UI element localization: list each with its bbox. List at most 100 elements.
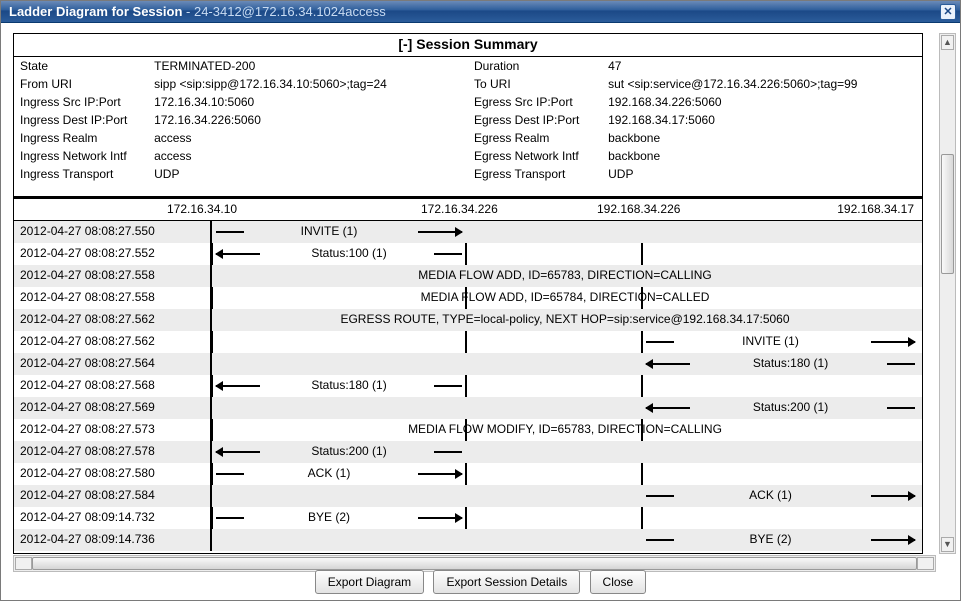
summary-row: Ingress TransportUDPEgress TransportUDP	[14, 165, 922, 183]
ladder-message-text: ACK (1)	[672, 488, 869, 502]
ladder-arrow-head	[871, 495, 915, 497]
ladder-arrow-segment	[216, 517, 244, 519]
ladder-arrow-segment	[216, 473, 244, 475]
summary-value: 192.168.34.226:5060	[602, 93, 922, 111]
summary-value: 172.16.34.10:5060	[148, 93, 468, 111]
close-icon[interactable]: ✕	[940, 4, 956, 20]
content-area: [-] Session Summary StateTERMINATED-200D…	[3, 25, 958, 564]
summary-value: sipp <sip:sipp@172.16.34.10:5060>;tag=24	[148, 75, 468, 93]
ladder-message-text: BYE (2)	[242, 510, 416, 524]
summary-value: 172.16.34.226:5060	[148, 111, 468, 129]
ladder-column-header: 172.16.34.10	[167, 202, 237, 216]
session-summary-header[interactable]: [-] Session Summary	[14, 34, 922, 57]
ladder-arrow-segment	[646, 495, 674, 497]
ladder-arrow-head	[418, 231, 462, 233]
ladder-column-header: 192.168.34.226	[597, 202, 680, 216]
summary-row: Ingress RealmaccessEgress Realmbackbone	[14, 129, 922, 147]
ladder-row: 2012-04-27 08:08:27.578 Status:200 (1)	[14, 441, 922, 463]
ladder-timestamp: 2012-04-27 08:08:27.568	[20, 378, 155, 392]
summary-value: access	[148, 129, 468, 147]
ladder-event-text: EGRESS ROUTE, TYPE=local-policy, NEXT HO…	[212, 312, 918, 326]
ladder-arrow-head	[871, 341, 915, 343]
ladder-timestamp: 2012-04-27 08:08:27.578	[20, 444, 155, 458]
ladder-message-text: INVITE (1)	[242, 224, 416, 238]
summary-value: backbone	[602, 147, 922, 165]
summary-label: Egress Dest IP:Port	[468, 111, 602, 129]
footer-buttons: Export Diagram Export Session Details Cl…	[1, 570, 960, 594]
ladder-timestamp: 2012-04-27 08:09:14.732	[20, 510, 155, 524]
ladder-message-text: Status:200 (1)	[692, 400, 889, 414]
ladder-event-text: MEDIA FLOW ADD, ID=65783, DIRECTION=CALL…	[212, 268, 918, 282]
ladder-message-text: ACK (1)	[242, 466, 416, 480]
window-title-sep: -	[186, 4, 194, 19]
summary-value: sut <sip:service@172.16.34.226:5060>;tag…	[602, 75, 922, 93]
ladder-timestamp: 2012-04-27 08:08:27.564	[20, 356, 155, 370]
summary-label: Egress Network Intf	[468, 147, 602, 165]
export-diagram-button[interactable]: Export Diagram	[315, 570, 424, 594]
summary-value: backbone	[602, 129, 922, 147]
summary-label: Egress Src IP:Port	[468, 93, 602, 111]
summary-label: Egress Realm	[468, 129, 602, 147]
ladder-arrow-head	[216, 451, 260, 453]
scroll-down-icon[interactable]: ▼	[941, 537, 954, 552]
summary-label: Egress Transport	[468, 165, 602, 183]
summary-label: Ingress Realm	[14, 129, 148, 147]
ladder-row: 2012-04-27 08:09:14.736BYE (2)	[14, 529, 922, 551]
close-button[interactable]: Close	[590, 570, 647, 594]
ladder-column-header: 172.16.34.226	[421, 202, 498, 216]
summary-row: From URIsipp <sip:sipp@172.16.34.10:5060…	[14, 75, 922, 93]
ladder-arrow-segment	[434, 253, 462, 255]
ladder-timestamp: 2012-04-27 08:08:27.562	[20, 334, 155, 348]
ladder-row: 2012-04-27 08:08:27.550INVITE (1)	[14, 221, 922, 243]
ladder-arrow-head	[418, 517, 462, 519]
ladder-arrow-head	[646, 407, 690, 409]
vertical-scrollbar[interactable]: ▲ ▼	[939, 33, 956, 554]
ladder-message-text: INVITE (1)	[672, 334, 869, 348]
summary-label: Ingress Src IP:Port	[14, 93, 148, 111]
window-title-prefix: Ladder Diagram for Session	[9, 4, 182, 19]
ladder-timestamp: 2012-04-27 08:08:27.569	[20, 400, 155, 414]
ladder-row: 2012-04-27 08:08:27.552 Status:100 (1)	[14, 243, 922, 265]
ladder-arrow-head	[216, 385, 260, 387]
ladder-timestamp: 2012-04-27 08:08:27.552	[20, 246, 155, 260]
summary-value: 47	[602, 57, 922, 75]
session-summary-header-text: [-] Session Summary	[398, 36, 537, 52]
ladder-arrow-segment	[646, 539, 674, 541]
ladder-arrow-segment	[434, 385, 462, 387]
summary-row: Ingress Dest IP:Port172.16.34.226:5060Eg…	[14, 111, 922, 129]
ladder-header: 172.16.34.10172.16.34.226192.168.34.2261…	[14, 199, 922, 221]
ladder-row: 2012-04-27 08:08:27.584 ACK (1)	[14, 485, 922, 507]
ladder-timestamp: 2012-04-27 08:08:27.580	[20, 466, 155, 480]
ladder-timestamp: 2012-04-27 08:08:27.558	[20, 290, 155, 304]
ladder-arrow-segment	[216, 231, 244, 233]
window-title-session: 24-3412@172.16.34.1024access	[194, 4, 386, 19]
summary-label: State	[14, 57, 148, 75]
ladder-event-text: MEDIA FLOW MODIFY, ID=65783, DIRECTION=C…	[212, 422, 918, 436]
ladder-row: 2012-04-27 08:08:27.564Status:180 (1)	[14, 353, 922, 375]
horizontal-scroll-thumb[interactable]	[32, 557, 917, 570]
ladder-arrow-head	[646, 363, 690, 365]
ladder-message-text: Status:200 (1)	[262, 444, 436, 458]
ladder-timestamp: 2012-04-27 08:08:27.573	[20, 422, 155, 436]
summary-value: UDP	[602, 165, 922, 183]
ladder-arrow-head	[871, 539, 915, 541]
ladder-message-text: Status:100 (1)	[262, 246, 436, 260]
summary-label: Ingress Transport	[14, 165, 148, 183]
ladder-row: 2012-04-27 08:09:14.732 BYE (2)	[14, 507, 922, 529]
scroll-up-icon[interactable]: ▲	[941, 35, 954, 50]
ladder-arrow-head	[418, 473, 462, 475]
ladder-timestamp: 2012-04-27 08:08:27.584	[20, 488, 155, 502]
ladder-timestamp: 2012-04-27 08:08:27.558	[20, 268, 155, 282]
ladder-timestamp: 2012-04-27 08:09:14.736	[20, 532, 155, 546]
summary-label: Ingress Network Intf	[14, 147, 148, 165]
vertical-scroll-thumb[interactable]	[941, 154, 954, 274]
export-session-details-button[interactable]: Export Session Details	[433, 570, 580, 594]
window-titlebar: Ladder Diagram for Session - 24-3412@172…	[1, 1, 960, 23]
summary-label: From URI	[14, 75, 148, 93]
summary-row: StateTERMINATED-200Duration47	[14, 57, 922, 75]
session-summary-table: StateTERMINATED-200Duration47From URIsip…	[14, 57, 922, 183]
ladder-arrow-segment	[434, 451, 462, 453]
ladder-row: 2012-04-27 08:08:27.569 Status:200 (1)	[14, 397, 922, 419]
ladder-arrow-segment	[887, 363, 915, 365]
summary-label: Ingress Dest IP:Port	[14, 111, 148, 129]
